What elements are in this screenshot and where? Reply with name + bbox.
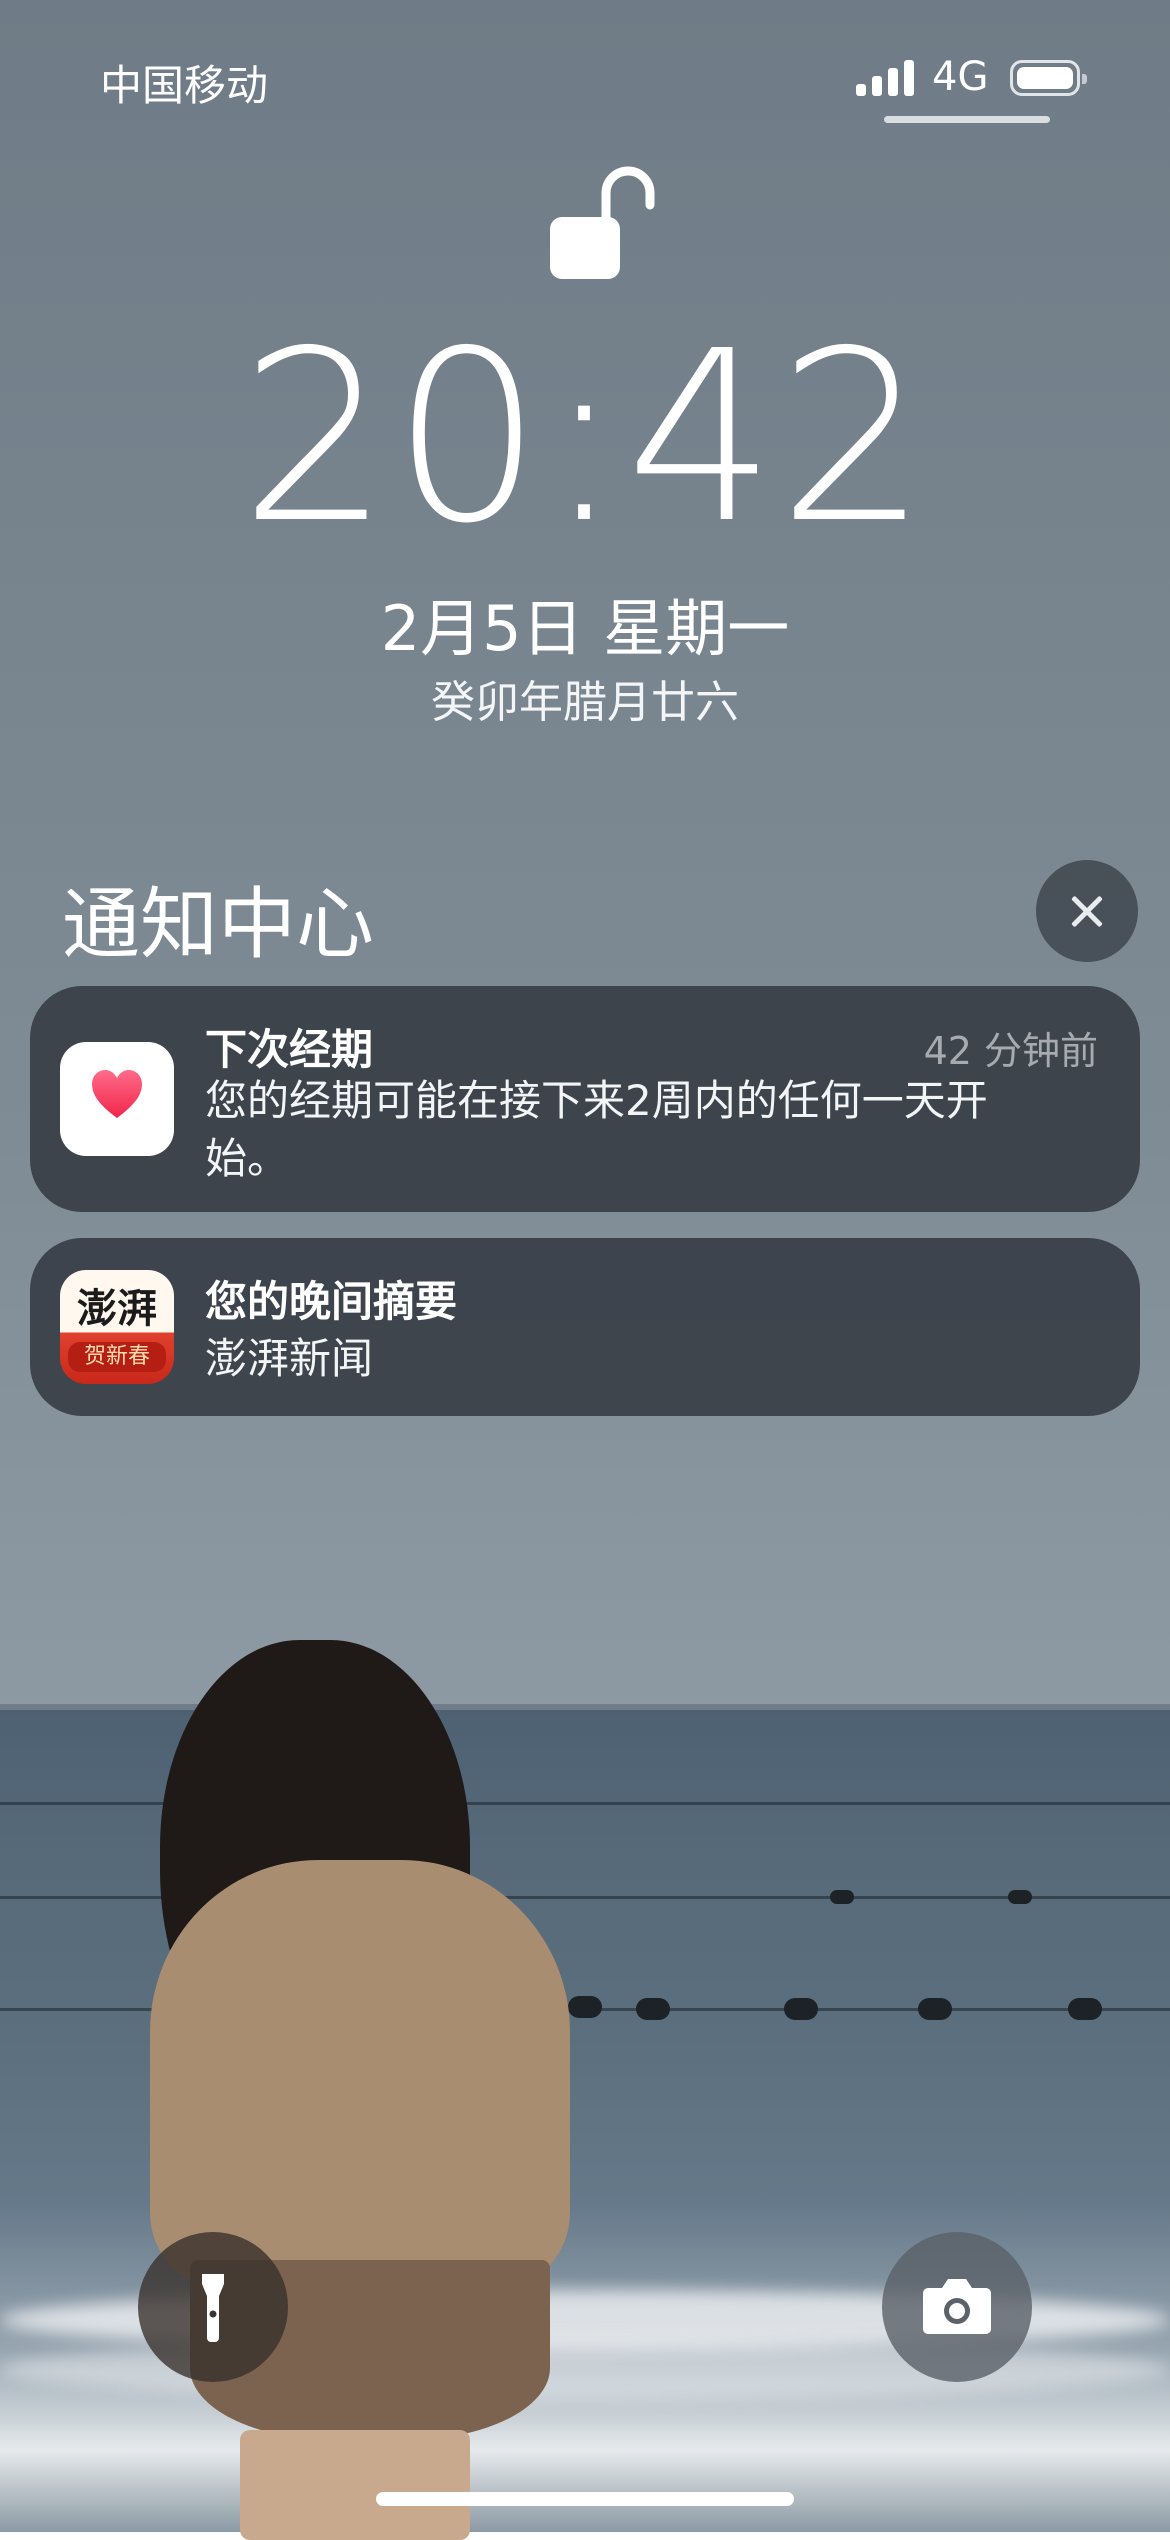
wallpaper-figure-body [150, 1860, 570, 2290]
notification-center-title: 通知中心 [62, 880, 375, 970]
battery-icon [1010, 60, 1087, 96]
camera-button[interactable] [882, 2232, 1032, 2382]
notification-body: 您的经期可能在接下来2周内的任何一天开始。 [205, 1076, 988, 1183]
clear-notifications-button[interactable] [1036, 860, 1138, 962]
carrier-label: 中国移动 [100, 61, 269, 110]
lunar-date: 癸卯年腊月廿六 [431, 677, 739, 728]
status-bar: 中国移动 4G [0, 52, 1170, 110]
flashlight-button[interactable] [138, 2232, 288, 2382]
notification-title: 您的晚间摘要 [205, 1277, 458, 1326]
buoy [784, 1998, 818, 2020]
buoy [918, 1998, 952, 2020]
camera-icon [923, 2279, 991, 2334]
app-icon-logo-text: 澎湃 [77, 1285, 157, 1332]
health-app-icon [60, 1042, 174, 1156]
heart-icon [92, 1070, 142, 1118]
lock-screen-time: 20:42 [239, 300, 931, 575]
control-center-indicator[interactable] [884, 116, 1050, 123]
buoy [568, 1996, 602, 2018]
notification-card[interactable]: 下次经期 42 分钟前 您的经期可能在接下来2周内的任何一天开始。 [30, 986, 1140, 1212]
thepaper-app-icon: 澎湃 贺新春 [60, 1270, 174, 1384]
wallpaper-figure-legs [240, 2430, 470, 2540]
network-type-label: 4G [932, 54, 989, 100]
lock-screen-date: 2月5日 星期一 [380, 592, 790, 665]
cellular-signal-icon [856, 60, 916, 96]
buoy [1008, 1890, 1032, 1904]
unlocked-padlock-icon [550, 166, 655, 279]
buoy [636, 1998, 670, 2020]
flashlight-icon [202, 2274, 224, 2342]
buoy [830, 1890, 854, 1904]
notification-card[interactable]: 澎湃 贺新春 您的晚间摘要 澎湃新闻 [30, 1238, 1140, 1416]
notification-title: 下次经期 [205, 1025, 374, 1074]
buoy [1068, 1998, 1102, 2020]
home-indicator[interactable] [376, 2492, 794, 2506]
app-icon-badge-text: 贺新春 [68, 1342, 166, 1372]
notification-time: 42 分钟前 [923, 1029, 1098, 1073]
notification-body: 澎湃新闻 [205, 1334, 374, 1383]
